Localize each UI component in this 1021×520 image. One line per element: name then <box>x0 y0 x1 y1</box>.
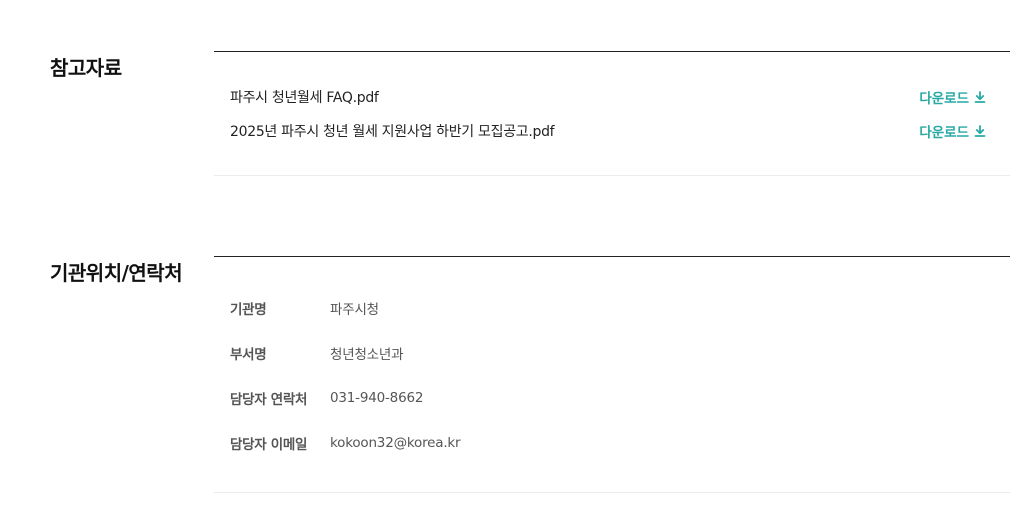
file-row: 파주시 청년월세 FAQ.pdf 다운로드 <box>230 87 986 107</box>
download-icon <box>974 125 986 137</box>
info-value: 031-940-8662 <box>330 390 424 406</box>
info-label: 부서명 <box>230 347 267 363</box>
info-row-phone: 담당자 연락처 031-940-8662 <box>230 388 994 408</box>
file-name: 파주시 청년월세 FAQ.pdf <box>230 90 379 106</box>
info-row-department: 부서명 청년청소년과 <box>230 343 994 363</box>
info-label: 기관명 <box>230 302 267 318</box>
file-row: 2025년 파주시 청년 월세 지원사업 하반기 모집공고.pdf 다운로드 <box>230 121 986 141</box>
info-value: kokoon32@korea.kr <box>330 435 461 451</box>
info-row-email: 담당자 이메일 kokoon32@korea.kr <box>230 433 994 453</box>
download-button[interactable]: 다운로드 <box>919 87 986 107</box>
info-value: 청년청소년과 <box>330 347 404 363</box>
download-icon <box>974 91 986 103</box>
references-section: 참고자료 파주시 청년월세 FAQ.pdf 다운로드 2025년 파주시 청년 … <box>0 0 1021 200</box>
references-file-list: 파주시 청년월세 FAQ.pdf 다운로드 2025년 파주시 청년 월세 지원… <box>214 51 1010 176</box>
info-value: 파주시청 <box>330 302 379 318</box>
info-row-agency: 기관명 파주시청 <box>230 298 994 318</box>
download-button[interactable]: 다운로드 <box>919 121 986 141</box>
references-title: 참고자료 <box>50 56 122 80</box>
contact-section: 기관위치/연락처 기관명 파주시청 부서명 청년청소년과 담당자 연락처 031… <box>0 200 1021 520</box>
info-label: 담당자 이메일 <box>230 437 308 453</box>
download-label: 다운로드 <box>919 125 969 141</box>
contact-title: 기관위치/연락처 <box>50 261 183 285</box>
file-name: 2025년 파주시 청년 월세 지원사업 하반기 모집공고.pdf <box>230 124 555 140</box>
download-label: 다운로드 <box>919 91 969 107</box>
contact-info-list: 기관명 파주시청 부서명 청년청소년과 담당자 연락처 031-940-8662… <box>214 256 1010 493</box>
info-label: 담당자 연락처 <box>230 392 308 408</box>
